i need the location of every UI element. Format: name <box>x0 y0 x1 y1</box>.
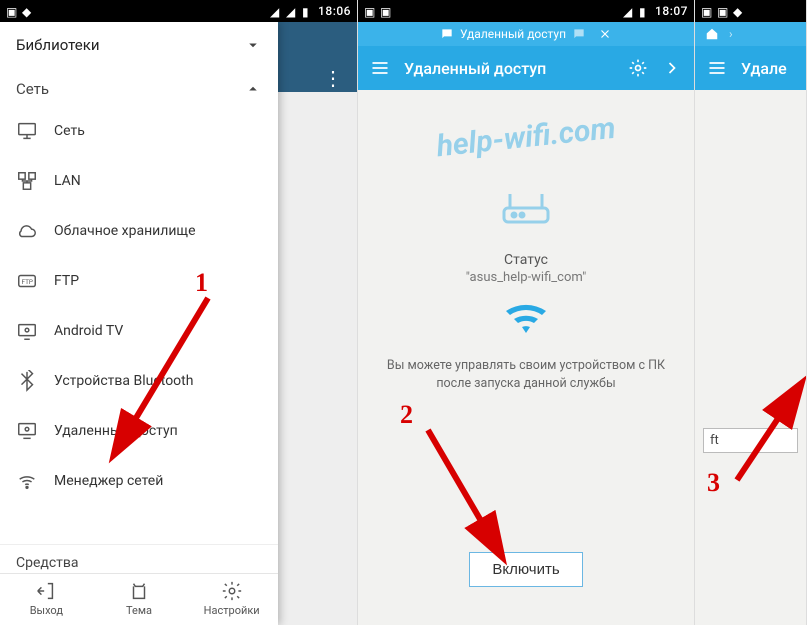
menu-item-label: FTP <box>54 273 79 289</box>
menu-list: Сеть LAN Облачное хранилище FTP FTP Andr… <box>0 106 278 544</box>
tab-theme[interactable]: Тема <box>104 580 174 617</box>
section-network[interactable]: Сеть <box>0 68 278 106</box>
exit-icon <box>35 580 57 602</box>
status-label: Статус <box>366 252 686 268</box>
status-bar: ▣ ◆ ◢ ◢ ▮ 18:06 <box>0 0 357 22</box>
phone-screenshot-2: ▣ ▣ ◢ ▮ 18:07 Удаленный доступ Удаленный… <box>358 0 695 625</box>
phone-screenshot-3: ▣ ▣ ◆ › Удале Вве ft 3 <box>695 0 807 625</box>
menu-item-androidtv[interactable]: Android TV <box>0 306 278 356</box>
tv-icon <box>16 320 38 342</box>
status-block: Статус "asus_help-wifi_com" <box>366 252 686 285</box>
menu-item-network[interactable]: Сеть <box>0 106 278 156</box>
menu-icon[interactable] <box>370 58 390 78</box>
phone-screenshot-1: ▣ ◆ ◢ ◢ ▮ 18:06 ⋮ ом с ПК Библиотеки Сет… <box>0 0 358 625</box>
clock-text: 18:06 <box>318 4 351 18</box>
wifi-icon <box>16 470 38 492</box>
navigation-drawer: Библиотеки Сеть Сеть LAN Облачное хранил <box>0 22 278 625</box>
svg-text:FTP: FTP <box>22 278 33 286</box>
status-value: "asus_help-wifi_com" <box>366 270 686 285</box>
gear-icon <box>221 580 243 602</box>
signal-icon: ◢ <box>623 5 635 17</box>
battery-icon: ▮ <box>302 5 314 17</box>
notification-text: Удаленный доступ <box>460 27 566 41</box>
close-icon[interactable] <box>598 27 612 41</box>
menu-item-bluetooth[interactable]: Устройства Bluetooth <box>0 356 278 406</box>
chevron-up-icon <box>244 80 262 98</box>
menu-item-network-manager[interactable]: Менеджер сетей <box>0 456 278 506</box>
theme-icon <box>128 580 150 602</box>
chevron-down-icon <box>244 36 262 54</box>
menu-icon[interactable] <box>707 58 727 78</box>
menu-item-ftp[interactable]: FTP FTP <box>0 256 278 306</box>
tab-settings-label: Настройки <box>204 604 260 617</box>
clock-text: 18:07 <box>655 4 688 18</box>
square-icon: ▣ <box>701 5 713 17</box>
content-area: help-wifi.com Статус "asus_help-wifi_com… <box>358 90 694 625</box>
section-libraries[interactable]: Библиотеки <box>0 22 278 68</box>
chat-icon <box>440 27 454 41</box>
menu-item-label: LAN <box>54 173 81 189</box>
appbar-title: Удале <box>741 59 794 78</box>
square-icon: ▣ <box>380 5 392 17</box>
menu-item-label: Сеть <box>54 123 85 139</box>
menu-item-label: Менеджер сетей <box>54 473 163 489</box>
shield-icon: ◆ <box>22 5 34 17</box>
section-network-label: Сеть <box>16 80 49 98</box>
chevron-right-icon[interactable] <box>662 58 682 78</box>
menu-item-label: Android TV <box>54 323 123 339</box>
tab-exit-label: Выход <box>30 604 63 617</box>
remote-icon <box>16 420 38 442</box>
notification-bar[interactable]: › <box>695 22 806 46</box>
lan-icon <box>16 170 38 192</box>
appbar-title: Удаленный доступ <box>404 59 614 78</box>
router-icon <box>366 178 686 232</box>
bluetooth-icon <box>16 370 38 392</box>
drawer-scrim: ⋮ <box>278 22 357 625</box>
menu-item-lan[interactable]: LAN <box>0 156 278 206</box>
cloud-icon <box>16 220 38 242</box>
overflow-menu-icon[interactable]: ⋮ <box>323 66 343 90</box>
notification-bar[interactable]: Удаленный доступ <box>358 22 694 46</box>
menu-item-label: Удаленный доступ <box>54 423 178 439</box>
menu-item-label: Облачное хранилище <box>54 223 196 239</box>
bottom-bar: Выход Тема Настройки <box>0 573 278 625</box>
content-area: Вве ft <box>695 90 806 625</box>
section-libraries-label: Библиотеки <box>16 36 99 54</box>
signal2-icon: ◢ <box>286 5 298 17</box>
input-label: Вве <box>703 410 798 424</box>
ftp-icon: FTP <box>16 270 38 292</box>
tab-theme-label: Тема <box>126 604 152 617</box>
home-icon <box>705 27 719 41</box>
gear-icon[interactable] <box>628 58 648 78</box>
menu-item-label: Устройства Bluetooth <box>54 373 193 389</box>
menu-item-cloud[interactable]: Облачное хранилище <box>0 206 278 256</box>
wifi-large-icon <box>366 299 686 343</box>
app-bar: Удаленный доступ <box>358 46 694 90</box>
status-bar: ▣ ▣ ◆ <box>695 0 806 22</box>
battery-icon: ▮ <box>639 5 651 17</box>
tab-exit[interactable]: Выход <box>11 580 81 617</box>
description-text: Вы можете управлять своим устройством с … <box>366 357 686 392</box>
menu-item-remote-access[interactable]: Удаленный доступ <box>0 406 278 456</box>
shield-icon: ◆ <box>733 5 745 17</box>
app-bar: Удале <box>695 46 806 90</box>
status-bar: ▣ ▣ ◢ ▮ 18:07 <box>358 0 694 22</box>
square-icon: ▣ <box>6 5 18 17</box>
signal-icon: ◢ <box>270 5 282 17</box>
monitor-icon <box>16 120 38 142</box>
enable-button[interactable]: Включить <box>469 552 582 587</box>
chat2-icon <box>572 27 586 41</box>
watermark-text: help-wifi.com <box>358 103 695 173</box>
section-tools-label[interactable]: Средства <box>0 544 278 573</box>
address-input[interactable]: ft <box>703 428 798 453</box>
tab-settings[interactable]: Настройки <box>197 580 267 617</box>
square-icon: ▣ <box>717 5 729 17</box>
square-icon: ▣ <box>364 5 376 17</box>
